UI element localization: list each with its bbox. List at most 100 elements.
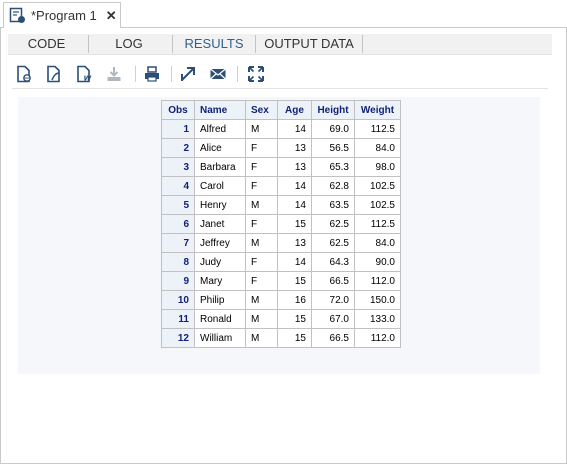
toolbar-divider	[237, 66, 238, 82]
sex-cell: F	[245, 157, 278, 177]
sex-cell: F	[245, 214, 278, 234]
height-cell: 69.0	[311, 119, 355, 139]
sex-cell: M	[245, 119, 278, 139]
height-cell: 56.5	[311, 138, 355, 158]
column-header: Sex	[245, 100, 278, 120]
print-icon[interactable]	[142, 64, 162, 84]
program-tab-title: *Program 1	[31, 8, 97, 23]
sex-cell: M	[245, 328, 278, 348]
column-header: Obs	[161, 100, 195, 120]
name-cell: Judy	[194, 252, 246, 272]
sex-cell: F	[245, 252, 278, 272]
age-cell: 15	[277, 328, 312, 348]
maximize-icon[interactable]	[246, 64, 266, 84]
sex-cell: F	[245, 271, 278, 291]
obs-cell: 6	[161, 214, 195, 234]
name-cell: Carol	[194, 176, 246, 196]
email-icon[interactable]	[208, 64, 228, 84]
weight-cell: 98.0	[354, 157, 401, 177]
obs-cell: 5	[161, 195, 195, 215]
age-cell: 13	[277, 138, 312, 158]
download-html-icon[interactable]	[14, 64, 34, 84]
table-row: 5 Henry M 14 63.5 102.5	[161, 195, 401, 215]
download-pdf-icon[interactable]	[44, 64, 64, 84]
table-row: 11 Ronald M 15 67.0 133.0	[161, 309, 401, 329]
table-row: 9 Mary F 15 66.5 112.0	[161, 271, 401, 291]
height-cell: 66.5	[311, 328, 355, 348]
height-cell: 66.5	[311, 271, 355, 291]
obs-cell: 2	[161, 138, 195, 158]
table-row: 7 Jeffrey M 13 62.5 84.0	[161, 233, 401, 253]
tab-log[interactable]: LOG	[89, 34, 169, 54]
name-cell: Philip	[194, 290, 246, 310]
weight-cell: 90.0	[354, 252, 401, 272]
name-cell: Alice	[194, 138, 246, 158]
height-cell: 63.5	[311, 195, 355, 215]
column-header: Name	[194, 100, 246, 120]
name-cell: Mary	[194, 271, 246, 291]
name-cell: Barbara	[194, 157, 246, 177]
height-cell: 64.3	[311, 252, 355, 272]
open-new-window-icon[interactable]	[178, 64, 198, 84]
table-row: 2 Alice F 13 56.5 84.0	[161, 138, 401, 158]
name-cell: Alfred	[194, 119, 246, 139]
toolbar-separator	[12, 88, 548, 89]
sex-cell: F	[245, 138, 278, 158]
obs-cell: 11	[161, 309, 195, 329]
height-cell: 67.0	[311, 309, 355, 329]
weight-cell: 133.0	[354, 309, 401, 329]
view-tabs: CODE LOG RESULTS OUTPUT DATA	[8, 34, 552, 55]
name-cell: Henry	[194, 195, 246, 215]
height-cell: 62.5	[311, 214, 355, 234]
weight-cell: 84.0	[354, 233, 401, 253]
toolbar-divider	[171, 66, 172, 82]
weight-cell: 112.5	[354, 214, 401, 234]
tab-code[interactable]: CODE	[8, 34, 85, 54]
weight-cell: 112.0	[354, 271, 401, 291]
age-cell: 13	[277, 233, 312, 253]
program-tab[interactable]: *Program 1 ✕	[3, 2, 121, 28]
height-cell: 62.8	[311, 176, 355, 196]
obs-cell: 10	[161, 290, 195, 310]
table-row: 1 Alfred M 14 69.0 112.5	[161, 119, 401, 139]
results-pane: Obs Name Sex Age Height Weight 1 Alfred M 1…	[18, 97, 540, 374]
tab-results[interactable]: RESULTS	[173, 34, 255, 54]
age-cell: 14	[277, 176, 312, 196]
table-row: 3 Barbara F 13 65.3 98.0	[161, 157, 401, 177]
weight-cell: 150.0	[354, 290, 401, 310]
weight-cell: 102.5	[354, 176, 401, 196]
obs-cell: 1	[161, 119, 195, 139]
obs-cell: 8	[161, 252, 195, 272]
name-cell: William	[194, 328, 246, 348]
age-cell: 15	[277, 271, 312, 291]
column-header: Weight	[354, 100, 401, 120]
download-word-icon[interactable]: W	[74, 64, 94, 84]
height-cell: 62.5	[311, 233, 355, 253]
table-header-row: Obs Name Sex Age Height Weight	[161, 100, 401, 120]
weight-cell: 112.5	[354, 119, 401, 139]
table-row: 12 William M 15 66.5 112.0	[161, 328, 401, 348]
tab-output-data[interactable]: OUTPUT DATA	[256, 34, 362, 54]
weight-cell: 84.0	[354, 138, 401, 158]
download-icon[interactable]	[104, 64, 124, 84]
column-header: Age	[277, 100, 312, 120]
name-cell: Jeffrey	[194, 233, 246, 253]
table-row: 8 Judy F 14 64.3 90.0	[161, 252, 401, 272]
age-cell: 14	[277, 119, 312, 139]
sex-cell: M	[245, 309, 278, 329]
obs-cell: 9	[161, 271, 195, 291]
height-cell: 72.0	[311, 290, 355, 310]
obs-cell: 4	[161, 176, 195, 196]
table-row: 10 Philip M 16 72.0 150.0	[161, 290, 401, 310]
age-cell: 14	[277, 252, 312, 272]
sex-cell: M	[245, 290, 278, 310]
weight-cell: 112.0	[354, 328, 401, 348]
close-tab-icon[interactable]: ✕	[106, 8, 117, 24]
toolbar-divider	[135, 66, 136, 82]
sex-cell: M	[245, 195, 278, 215]
age-cell: 13	[277, 157, 312, 177]
obs-cell: 3	[161, 157, 195, 177]
name-cell: Janet	[194, 214, 246, 234]
sex-cell: F	[245, 176, 278, 196]
age-cell: 14	[277, 195, 312, 215]
